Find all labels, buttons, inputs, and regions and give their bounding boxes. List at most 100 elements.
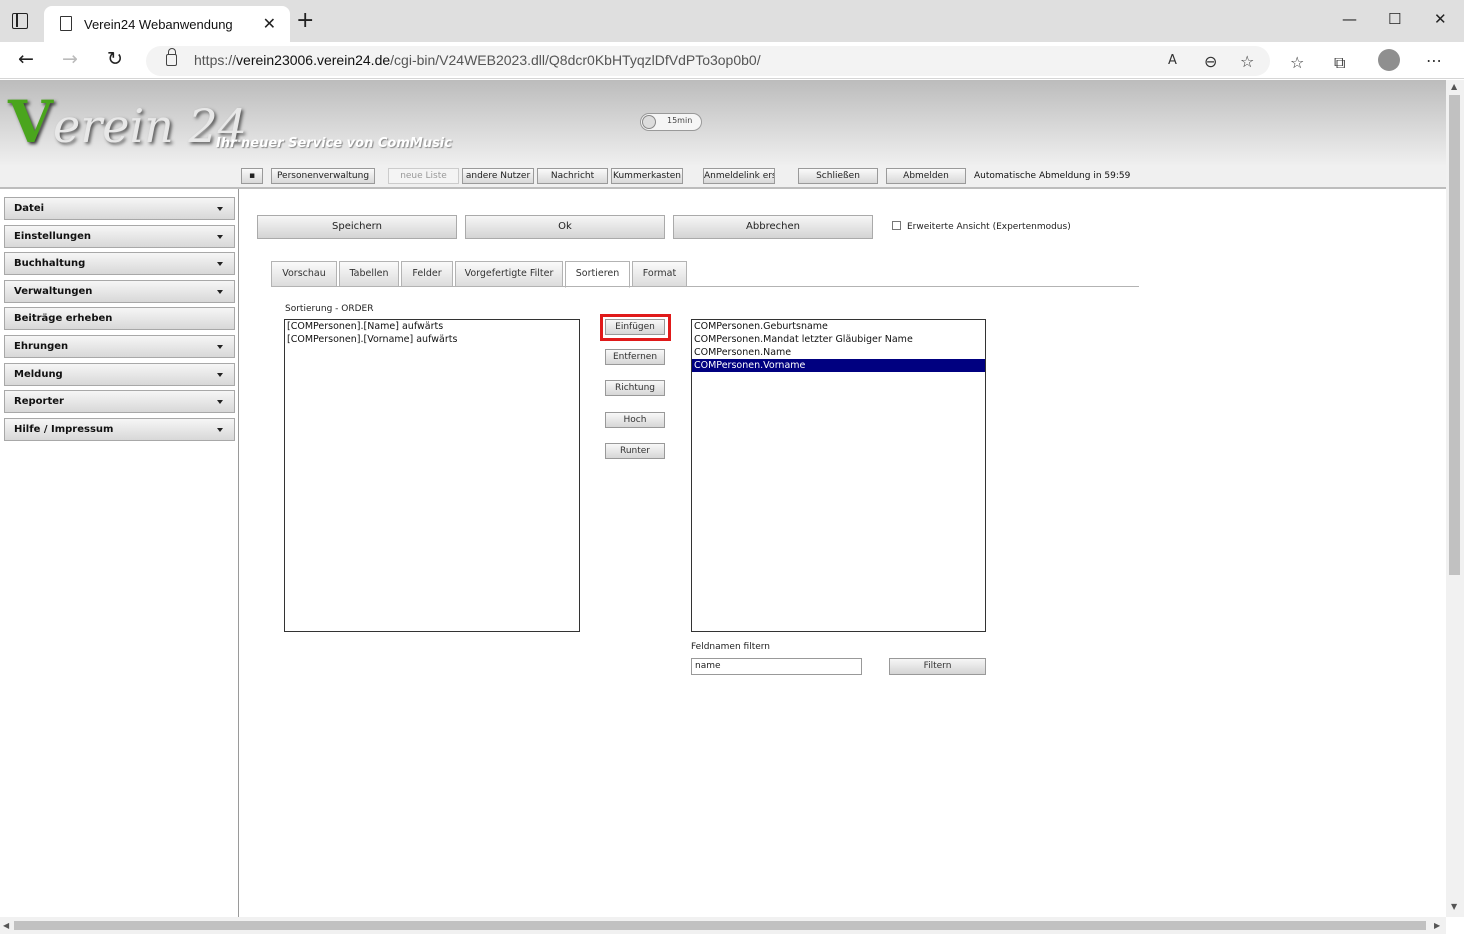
personenverwaltung-button[interactable]: Personenverwaltung [271,168,375,184]
browser-titlebar: Verein24 Webanwendung ✕ + — ☐ ✕ [0,0,1464,42]
minimize-icon[interactable]: — [1342,10,1357,28]
vertical-scrollbar[interactable]: ▲ ▼ [1446,80,1464,917]
tab-format[interactable]: Format [632,261,687,287]
sidebar-item-reporter[interactable]: Reporter [4,390,235,413]
insert-button[interactable]: Einfügen [605,319,665,335]
list-item[interactable]: [COMPersonen].[Vorname] aufwärts [285,333,579,346]
profile-avatar[interactable] [1378,49,1400,71]
sidebar-item-datei[interactable]: Datei [4,197,235,220]
maximize-icon[interactable]: ☐ [1388,10,1401,28]
tab-vorgefertigte-filter[interactable]: Vorgefertigte Filter [455,261,563,287]
app-toolbar: ▪ Personenverwaltung neue Liste andere N… [0,165,1446,189]
address-bar: ← → ↻ https://verein23006.verein24.de/cg… [0,42,1464,79]
url-text: https://verein23006.verein24.de/cgi-bin/… [194,52,761,68]
dropdown-arrow-icon [217,290,223,294]
anmeldelink-button[interactable]: Anmeldelink erst [703,168,775,184]
sidebar-item-label: Hilfe / Impressum [14,424,114,435]
kummerkasten-button[interactable]: Kummerkasten [611,168,683,184]
add-favorite-icon[interactable]: ☆ [1240,52,1254,71]
tab-sortieren[interactable]: Sortieren [565,261,630,288]
sidebar-item-label: Meldung [14,369,63,380]
move-down-button[interactable]: Runter [605,443,665,459]
dropdown-arrow-icon [217,400,223,404]
read-aloud-icon[interactable]: A [1168,53,1177,68]
new-tab-icon[interactable]: + [296,10,314,32]
sidebar-item-verwaltungen[interactable]: Verwaltungen [4,280,235,303]
horizontal-scroll-thumb[interactable] [14,921,1426,930]
sidebar-item-label: Reporter [14,396,64,407]
order-listbox[interactable]: [COMPersonen].[Name] aufwärts [COMPerson… [284,319,580,632]
zoom-out-icon[interactable]: ⊖ [1204,52,1217,71]
forward-icon[interactable]: → [62,48,78,70]
sidebar-item-buchhaltung[interactable]: Buchhaltung [4,252,235,275]
neue-liste-button[interactable]: neue Liste [388,168,459,184]
filter-button[interactable]: Filtern [889,658,986,675]
sidebar-item-hilfe-impressum[interactable]: Hilfe / Impressum [4,418,235,441]
sidebar-item-ehrungen[interactable]: Ehrungen [4,335,235,358]
sidebar: Datei Einstellungen Buchhaltung Verwaltu… [0,189,239,917]
tab-vorschau[interactable]: Vorschau [271,261,337,287]
dropdown-arrow-icon [217,373,223,377]
list-item[interactable]: COMPersonen.Name [692,346,985,359]
abmelden-button[interactable]: Abmelden [886,168,966,184]
sidebar-item-label: Buchhaltung [14,258,86,269]
remove-button[interactable]: Entfernen [605,349,665,365]
save-button[interactable]: Speichern [257,215,457,239]
close-window-icon[interactable]: ✕ [1434,10,1447,28]
horizontal-scrollbar[interactable]: ◀ ▶ [0,917,1446,934]
page-icon [60,16,72,31]
tab-divider [271,286,1139,287]
verein24-logo: Verein 24 [8,88,247,156]
ok-button[interactable]: Ok [465,215,665,239]
expert-mode-checkbox[interactable]: Erweiterte Ansicht (Expertenmodus) [892,221,1071,232]
checkbox-box[interactable] [892,221,901,230]
toggle-knob [642,115,656,129]
list-item[interactable]: COMPersonen.Geburtsname [692,320,985,333]
schliessen-button[interactable]: Schließen [798,168,878,184]
expert-mode-label: Erweiterte Ansicht (Expertenmodus) [907,222,1071,232]
session-toggle[interactable]: 15min [640,113,702,131]
sidebar-item-meldung[interactable]: Meldung [4,363,235,386]
scroll-up-icon[interactable]: ▲ [1451,82,1457,91]
sidebar-item-beitraege-erheben[interactable]: Beiträge erheben [4,307,235,330]
fields-listbox[interactable]: COMPersonen.Geburtsname COMPersonen.Mand… [691,319,986,632]
sidebar-item-einstellungen[interactable]: Einstellungen [4,225,235,248]
main-content: Speichern Ok Abbrechen Erweiterte Ansich… [240,189,1446,917]
list-item[interactable]: COMPersonen.Mandat letzter Gläubiger Nam… [692,333,985,346]
tab-felder[interactable]: Felder [401,261,453,287]
tab-actions-icon[interactable] [12,13,28,29]
tab-title: Verein24 Webanwendung [84,17,233,32]
scroll-down-icon[interactable]: ▼ [1451,902,1457,911]
back-icon[interactable]: ← [18,48,34,70]
filter-label: Feldnamen filtern [691,642,771,652]
dropdown-arrow-icon [217,428,223,432]
sidebar-item-label: Datei [14,203,45,214]
scroll-right-icon[interactable]: ▶ [1434,921,1440,930]
collections-icon[interactable]: ⧉ [1334,53,1345,73]
move-up-button[interactable]: Hoch [605,412,665,428]
lock-icon[interactable] [166,48,177,66]
list-item-selected[interactable]: COMPersonen.Vorname [692,359,985,372]
dropdown-arrow-icon [217,235,223,239]
browser-tab[interactable]: Verein24 Webanwendung ✕ [44,6,290,42]
vertical-scroll-thumb[interactable] [1449,95,1460,575]
dropdown-arrow-icon [217,262,223,266]
sidebar-item-label: Einstellungen [14,231,92,242]
menu-toggle-button[interactable]: ▪ [241,168,263,184]
list-item[interactable]: [COMPersonen].[Name] aufwärts [285,320,579,333]
url-field[interactable]: https://verein23006.verein24.de/cgi-bin/… [146,46,1270,76]
tagline: Ihr neuer Service von ComMusic [216,136,452,151]
andere-nutzer-button[interactable]: andere Nutzer [462,168,534,184]
direction-button[interactable]: Richtung [605,380,665,396]
favorites-icon[interactable]: ☆ [1290,53,1304,72]
tab-tabellen[interactable]: Tabellen [339,261,399,287]
cancel-button[interactable]: Abbrechen [673,215,873,239]
close-tab-icon[interactable]: ✕ [263,14,276,33]
more-menu-icon[interactable]: ⋯ [1426,51,1442,70]
nachricht-button[interactable]: Nachricht [537,168,608,184]
scroll-left-icon[interactable]: ◀ [3,921,9,930]
sidebar-item-label: Ehrungen [14,341,69,352]
reload-icon[interactable]: ↻ [107,48,123,70]
dropdown-arrow-icon [217,207,223,211]
field-filter-input[interactable]: name [691,658,862,675]
